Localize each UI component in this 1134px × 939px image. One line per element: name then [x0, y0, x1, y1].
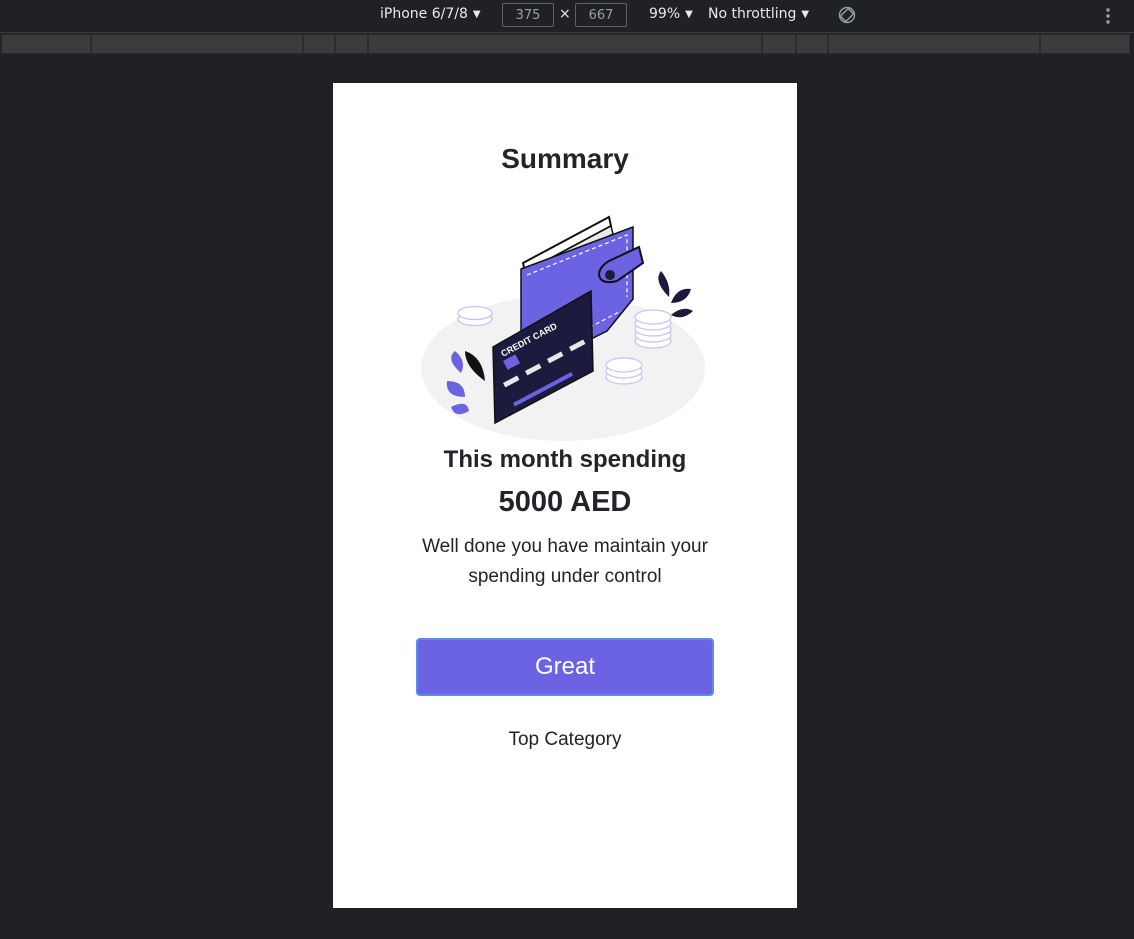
throttling-select[interactable]: No throttling ▼	[708, 6, 809, 22]
height-input[interactable]	[575, 3, 627, 27]
chevron-down-icon: ▼	[801, 9, 810, 20]
zoom-select[interactable]: 99% ▼	[649, 6, 693, 22]
device-toolbar: iPhone 6/7/8 ▼ × 99% ▼ No throttling ▼	[0, 0, 1134, 33]
page-title: Summary	[501, 143, 629, 174]
spending-amount: 5000 AED	[498, 486, 632, 518]
media-query-segment[interactable]	[91, 34, 303, 54]
throttling-value: No throttling	[708, 6, 797, 22]
chevron-down-icon: ▼	[472, 9, 481, 20]
device-select[interactable]: iPhone 6/7/8 ▼	[380, 6, 481, 22]
top-category-link[interactable]: Top Category	[333, 729, 797, 751]
media-query-segment[interactable]	[1040, 34, 1130, 54]
device-name: iPhone 6/7/8	[380, 6, 468, 22]
device-viewport: Summary CREDIT CARD This month spending …	[333, 83, 797, 908]
more-options-icon[interactable]	[1100, 6, 1116, 26]
media-query-segment[interactable]	[368, 34, 762, 54]
media-query-segment[interactable]	[303, 34, 335, 54]
zoom-value: 99%	[649, 6, 681, 22]
media-query-ruler	[0, 33, 1134, 55]
rotate-icon[interactable]	[838, 6, 856, 24]
dimension-separator: ×	[559, 6, 571, 22]
chevron-down-icon: ▼	[685, 9, 693, 20]
spending-message: Well done you have maintain your spendin…	[422, 536, 708, 587]
media-query-segment[interactable]	[796, 34, 828, 54]
media-query-segment[interactable]	[1, 34, 91, 54]
media-query-segment[interactable]	[335, 34, 368, 54]
wallet-illustration: CREDIT CARD	[421, 215, 705, 441]
great-button[interactable]: Great	[416, 638, 714, 696]
media-query-segment[interactable]	[762, 34, 796, 54]
width-input[interactable]	[502, 3, 554, 27]
media-query-segment[interactable]	[828, 34, 1040, 54]
spending-heading: This month spending	[443, 446, 687, 473]
